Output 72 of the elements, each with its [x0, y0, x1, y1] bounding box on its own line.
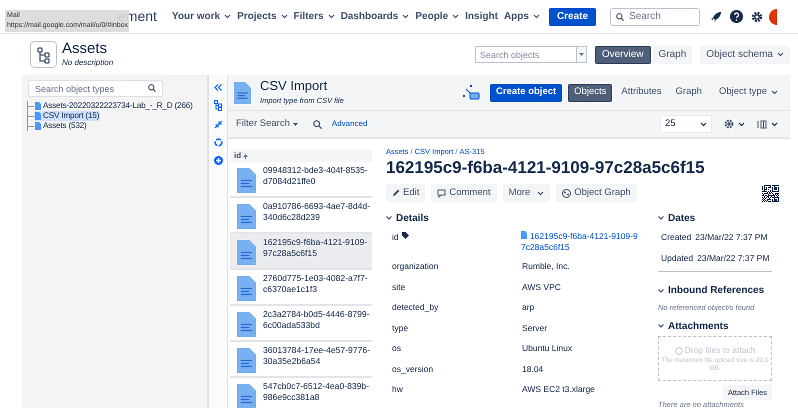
object-id: 2760d775-1e03-4082-a7f7-c6370ae1c1f3 — [263, 273, 369, 295]
date-label: Updated — [661, 252, 694, 265]
object-id: 162195c9-f6ba-4121-9109-97c28a5c6f15 — [263, 237, 368, 259]
search-field[interactable]: Search — [610, 8, 700, 26]
attribute-name: os — [392, 342, 401, 355]
search-objects-field[interactable]: Search objects — [474, 46, 577, 63]
action-button[interactable]: More — [502, 184, 550, 202]
attribute-name: os_version — [392, 362, 434, 376]
object-row[interactable]: 36013784-17ee-4e57-9776-30a35e2b6a54 — [230, 342, 372, 378]
object-id: 2c3a2784-b0d5-4446-8799-6c00ada533bd — [263, 309, 371, 331]
nav-menu[interactable]: Your work — [168, 6, 234, 28]
create-object-button[interactable]: Create object — [490, 84, 562, 102]
date-label: Created — [661, 231, 692, 244]
object-type-tab[interactable]: Objects — [568, 84, 612, 102]
attribute-value: 18.04 — [522, 362, 544, 376]
object-id: 547cb0c7-6512-4ea0-839b-986e9cc381a8 — [263, 381, 370, 403]
view-tab[interactable]: Graph — [652, 46, 692, 64]
attribute-value: Server — [522, 322, 548, 335]
action-button[interactable]: Object Graph — [556, 184, 637, 202]
object-link[interactable]: 162195c9-f6ba-4121-9109-97c28a5c6f15 — [520, 231, 640, 254]
nav-menu[interactable]: People — [412, 6, 462, 28]
filter-search-menu[interactable]: Filter Search — [236, 116, 298, 132]
search-object-types-field[interactable]: Search object types — [28, 80, 163, 97]
section-title: Attachments — [668, 320, 729, 334]
attribute-name: organization — [392, 260, 438, 273]
object-id: 0a910786-6693-4ae7-8d4d-340d6c28d239 — [263, 201, 371, 223]
object-id: 36013784-17ee-4e57-9776-30a35e2b6a54 — [263, 345, 371, 367]
action-button[interactable]: Comment — [431, 184, 497, 202]
object-type-tab[interactable]: Graph — [670, 84, 707, 102]
column-header[interactable]: id — [234, 150, 242, 162]
action-button[interactable]: Edit — [386, 184, 426, 202]
nav-menu[interactable]: Apps — [500, 6, 543, 28]
attribute-value: arp — [522, 301, 534, 314]
object-row[interactable]: 547cb0c7-6512-4ea0-839b-986e9cc381a8 — [230, 378, 372, 408]
object-row[interactable]: 162195c9-f6ba-4121-9109-97c28a5c6f15 — [230, 234, 372, 270]
advanced-link[interactable]: Advanced — [332, 118, 368, 130]
attribute-name: type — [392, 322, 408, 334]
view-tab[interactable]: Overview — [594, 46, 650, 64]
attribute-name: site — [392, 280, 406, 294]
object-type-item[interactable]: Assets-20220322223734-Lab_-_R_D (266) — [34, 101, 194, 111]
nav-menu[interactable]: Insight — [462, 6, 501, 28]
page-size-select[interactable]: 25 — [660, 115, 712, 133]
object-type-item[interactable]: Assets (532) — [34, 121, 88, 131]
attribute-name: id — [392, 231, 399, 244]
nav-menu[interactable]: Filters — [290, 6, 338, 28]
object-row[interactable]: 09948312-bde3-404f-8535-d7084d21ffe0 — [230, 162, 372, 198]
object-schema-menu[interactable]: Object schema — [700, 46, 790, 64]
attribute-value: AWS EC2 t3.xlarge — [522, 383, 595, 396]
create-button[interactable]: Create — [548, 8, 596, 26]
object-title: 162195c9-f6ba-4121-9109-97c28a5c6f15 — [386, 158, 706, 178]
attribute-value: Ubuntu Linux — [522, 342, 572, 356]
nav-menu[interactable]: Projects — [234, 6, 291, 28]
object-type-tab[interactable]: Attributes — [616, 84, 667, 102]
section-title: Dates — [668, 212, 696, 226]
object-type-title: CSV Import — [260, 78, 328, 94]
attribute-value: Rumble, Inc. — [522, 260, 570, 274]
attribute-value: AWS VPC — [522, 280, 561, 294]
date-value: 23/Mar/22 7:37 PM — [697, 252, 770, 265]
object-id: 09948312-bde3-404f-8535-d7084d21ffe0 — [263, 165, 369, 187]
object-row[interactable]: 2760d775-1e03-4082-a7f7-c6370ae1c1f3 — [230, 270, 372, 306]
attribute-name: detected_by — [392, 301, 438, 314]
drop-files-text: Drop files to attach — [684, 344, 756, 357]
object-type-menu[interactable]: Object type — [718, 85, 778, 100]
section-title: Details — [396, 212, 429, 226]
date-value: 23/Mar/22 7:37 PM — [695, 231, 768, 244]
attribute-name: hw — [392, 383, 403, 396]
schema-description: No description — [62, 57, 114, 69]
nav-menu[interactable]: Dashboards — [338, 6, 412, 28]
object-row[interactable]: 2c3a2784-b0d5-4446-8799-6c00ada533bd — [230, 306, 372, 342]
schema-title: Assets — [62, 40, 108, 57]
section-title: Inbound References — [668, 284, 764, 298]
object-type-item[interactable]: CSV Import (15) — [34, 111, 100, 121]
